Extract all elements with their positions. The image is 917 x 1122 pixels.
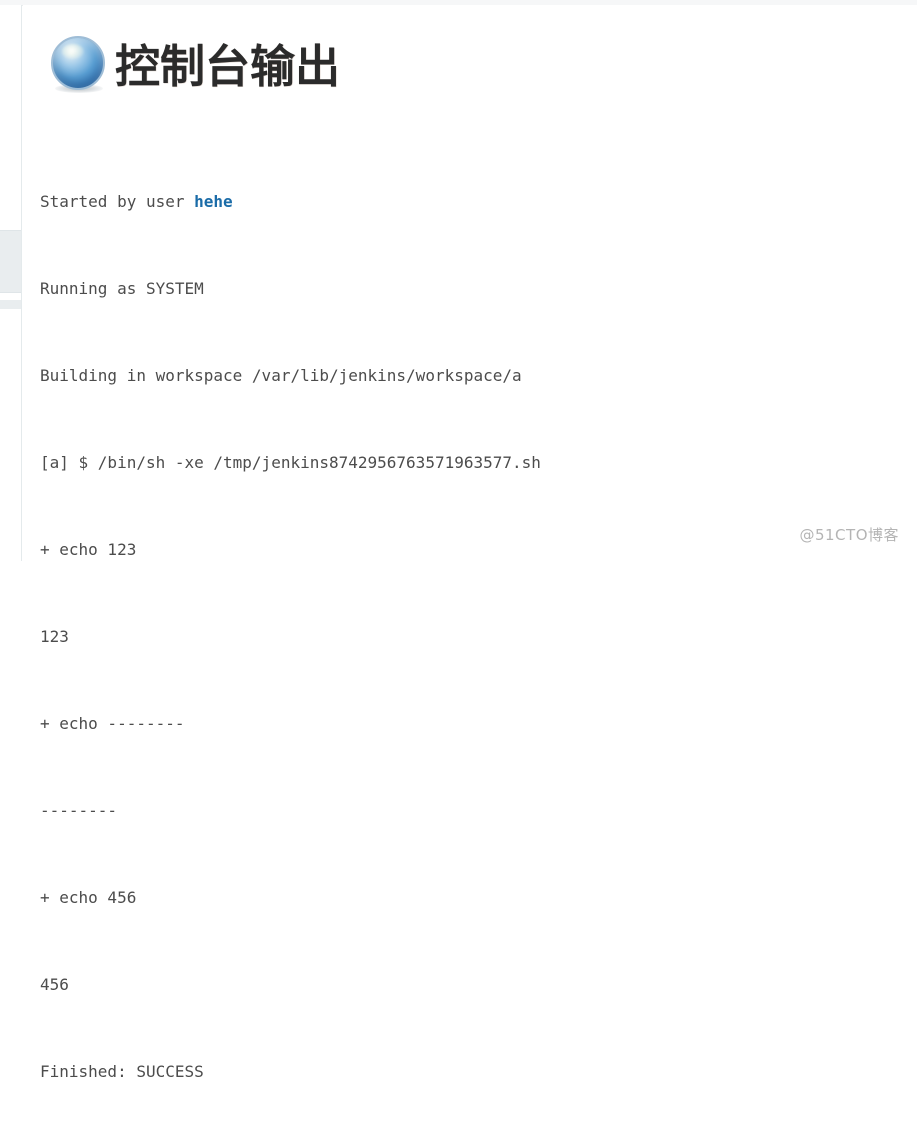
console-line: + echo -------- [40,714,185,733]
console-line: Running as SYSTEM [40,279,204,298]
page-header: 控制台输出 [49,35,340,97]
console-line: 123 [40,627,69,646]
console-line-finished-status: Finished: SUCCESS [40,1062,204,1081]
left-sidebar-rail [0,5,22,561]
watermark: @51CTO博客 [799,526,899,544]
user-link[interactable]: hehe [194,192,233,211]
main-content-panel: 控制台输出 Started by user hehe Running as SY… [23,5,917,1081]
console-line: Building in workspace /var/lib/jenkins/w… [40,366,522,385]
blue-sphere-icon [49,35,111,97]
sphere-highlight [62,44,84,59]
page-title: 控制台输出 [115,40,341,92]
sidebar-widget-secondary[interactable] [0,300,21,309]
console-line: + echo 123 [40,540,137,559]
console-output: Started by user hehe Running as SYSTEM B… [40,129,541,1122]
console-line-started-by-user: Started by user hehe [40,187,541,216]
console-line: [a] $ /bin/sh -xe /tmp/jenkins8742956763… [40,453,541,472]
console-line: 456 [40,975,69,994]
console-line: + echo 456 [40,888,137,907]
console-line-prefix: Started by user [40,192,195,211]
sidebar-widget-primary[interactable] [0,230,21,293]
console-line: -------- [40,801,118,820]
